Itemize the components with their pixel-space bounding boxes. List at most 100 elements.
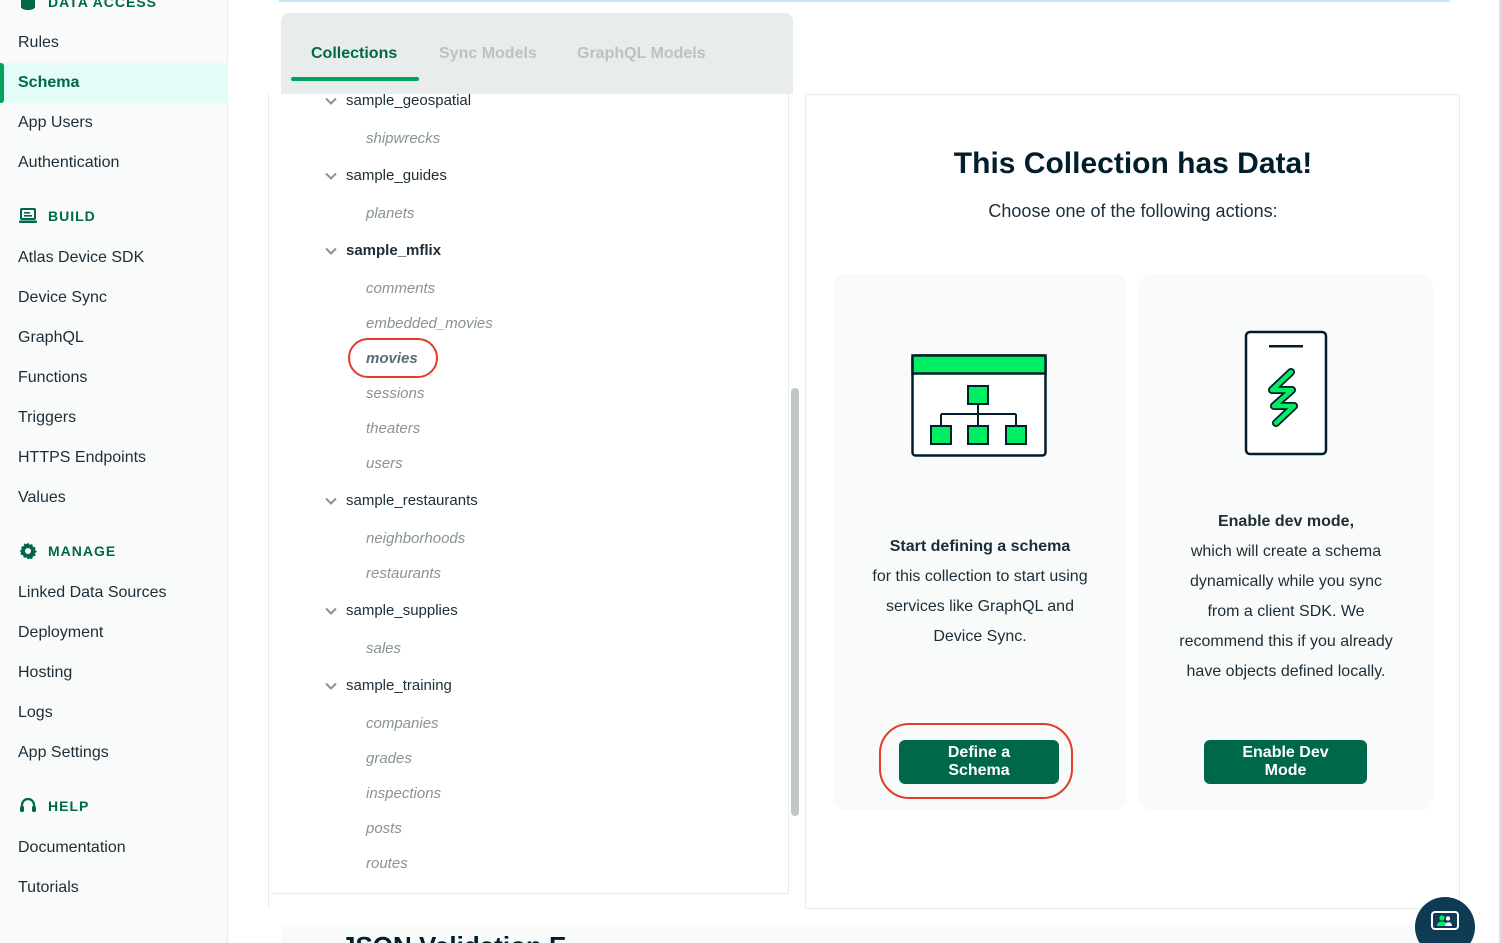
section-header-data-access: DATA ACCESS (18, 0, 157, 12)
tree-collection-embedded-movies[interactable]: embedded_movies (366, 315, 493, 332)
schema-tabs: Collections Sync Models GraphQL Models (281, 13, 793, 95)
chevron-down-icon (325, 172, 337, 180)
tree-collection-restaurants[interactable]: restaurants (366, 565, 441, 582)
tree-collection-comments[interactable]: comments (366, 280, 435, 297)
tree-scrollbar[interactable] (791, 388, 799, 816)
tab-graphql-models[interactable]: GraphQL Models (577, 45, 706, 63)
headset-icon (18, 796, 38, 816)
sidebar-item-label: Values (18, 489, 66, 506)
sidebar-item-label: GraphQL (18, 329, 84, 346)
tree-db-sample-training[interactable]: sample_training (324, 677, 452, 694)
dev-mode-card: Enable dev mode, which will create a sch… (1139, 274, 1433, 810)
tree-db-label: sample_restaurants (346, 492, 478, 509)
tree-collection-companies[interactable]: companies (366, 715, 439, 732)
annotation-circle-define-schema (879, 723, 1073, 799)
database-icon (18, 0, 38, 12)
sidebar-item-linked-data-sources[interactable]: Linked Data Sources (0, 573, 228, 613)
tree-collection-theaters[interactable]: theaters (366, 420, 420, 437)
card-heading: Enable dev mode, (1217, 513, 1355, 530)
sidebar: DATA ACCESS Rules Schema App Users Authe… (0, 0, 228, 943)
card-heading: Start defining a schema (889, 538, 1071, 555)
sidebar-item-app-settings[interactable]: App Settings (0, 733, 228, 773)
tree-collection-sessions[interactable]: sessions (366, 385, 424, 402)
tree-collection-sales[interactable]: sales (366, 640, 401, 657)
card-line: have objects defined locally. (1186, 663, 1386, 680)
collection-detail-panel: This Collection has Data! Choose one of … (806, 94, 1460, 909)
sidebar-item-https-endpoints[interactable]: HTTPS Endpoints (0, 438, 228, 478)
sidebar-item-label: App Users (18, 114, 93, 131)
tree-collection-users[interactable]: users (366, 455, 403, 472)
sidebar-item-tutorials[interactable]: Tutorials (0, 868, 228, 908)
sidebar-item-hosting[interactable]: Hosting (0, 653, 228, 693)
card-line: which will create a schema (1190, 543, 1382, 560)
sidebar-item-rules[interactable]: Rules (0, 23, 228, 63)
section-header-label: MANAGE (48, 543, 117, 559)
card-line: from a client SDK. We (1207, 603, 1365, 620)
tree-db-sample-guides[interactable]: sample_guides (324, 167, 447, 184)
card-line: for this collection to start using (872, 568, 1088, 585)
define-schema-card: Start defining a schema for this collect… (833, 274, 1127, 810)
chat-people-icon (1431, 911, 1459, 930)
tree-collection-inspections[interactable]: inspections (366, 785, 441, 802)
card-line: Device Sync. (933, 628, 1027, 645)
tree-collection-routes[interactable]: routes (366, 855, 408, 872)
chevron-down-icon (325, 607, 337, 615)
section-header-manage: MANAGE (18, 541, 116, 561)
sidebar-item-atlas-device-sdk[interactable]: Atlas Device SDK (0, 238, 228, 278)
sidebar-item-app-users[interactable]: App Users (0, 103, 228, 143)
sidebar-item-deployment[interactable]: Deployment (0, 613, 228, 653)
sidebar-item-label: Rules (18, 34, 59, 51)
tree-collection-posts[interactable]: posts (366, 820, 402, 837)
json-validation-section: JSON Validation E (281, 925, 1461, 943)
laptop-icon (18, 206, 38, 226)
tree-db-sample-supplies[interactable]: sample_supplies (324, 602, 458, 619)
sidebar-item-label: Logs (18, 704, 53, 721)
section-header-label: DATA ACCESS (48, 0, 157, 10)
tree-db-sample-geospatial[interactable]: sample_geospatial (324, 94, 471, 109)
section-header-build: BUILD (18, 206, 96, 226)
top-divider (279, 0, 1450, 2)
chevron-down-icon (325, 247, 337, 255)
sidebar-item-graphql[interactable]: GraphQL (0, 318, 228, 358)
tree-collection-shipwrecks[interactable]: shipwrecks (366, 130, 440, 147)
sidebar-item-label: Tutorials (18, 879, 79, 896)
sidebar-item-authentication[interactable]: Authentication (0, 143, 228, 183)
section-header-label: BUILD (48, 208, 96, 224)
enable-dev-mode-button[interactable]: Enable Dev Mode (1204, 740, 1367, 784)
tab-sync-models[interactable]: Sync Models (439, 45, 537, 63)
tree-collection-planets[interactable]: planets (366, 205, 414, 222)
tree-db-label: sample_guides (346, 167, 447, 184)
tab-collections[interactable]: Collections (311, 45, 397, 63)
sidebar-item-label: Functions (18, 369, 88, 386)
sidebar-item-label: Triggers (18, 409, 77, 426)
tree-collection-grades[interactable]: grades (366, 750, 412, 767)
section-header-help: HELP (18, 796, 89, 816)
sidebar-item-label: HTTPS Endpoints (18, 449, 147, 466)
tree-db-sample-restaurants[interactable]: sample_restaurants (324, 492, 478, 509)
sidebar-item-label: Deployment (18, 624, 104, 641)
sidebar-item-documentation[interactable]: Documentation (0, 828, 228, 868)
sidebar-item-logs[interactable]: Logs (0, 693, 228, 733)
chevron-down-icon (325, 97, 337, 105)
gear-icon (18, 541, 38, 561)
sidebar-item-label: Schema (18, 74, 80, 91)
sidebar-item-triggers[interactable]: Triggers (0, 398, 228, 438)
chevron-down-icon (325, 682, 337, 690)
chevron-down-icon (325, 497, 337, 505)
sidebar-item-device-sync[interactable]: Device Sync (0, 278, 228, 318)
chat-support-button[interactable] (1415, 897, 1475, 943)
sidebar-item-label: Hosting (18, 664, 73, 681)
sidebar-item-values[interactable]: Values (0, 478, 228, 518)
sidebar-item-functions[interactable]: Functions (0, 358, 228, 398)
card-line: dynamically while you sync (1189, 573, 1383, 590)
dev-mode-description: Enable dev mode, which will create a sch… (1139, 507, 1433, 687)
card-line: services like GraphQL and (886, 598, 1074, 615)
sidebar-item-label: Documentation (18, 839, 126, 856)
tree-collection-neighborhoods[interactable]: neighborhoods (366, 530, 465, 547)
tree-db-label: sample_geospatial (346, 94, 472, 109)
tree-db-sample-mflix[interactable]: sample_mflix (324, 242, 441, 259)
sidebar-item-schema[interactable]: Schema (0, 63, 228, 103)
tree-db-label: sample_supplies (346, 602, 458, 619)
tree-db-label: sample_mflix (346, 242, 442, 259)
annotation-circle-movies (348, 338, 438, 378)
